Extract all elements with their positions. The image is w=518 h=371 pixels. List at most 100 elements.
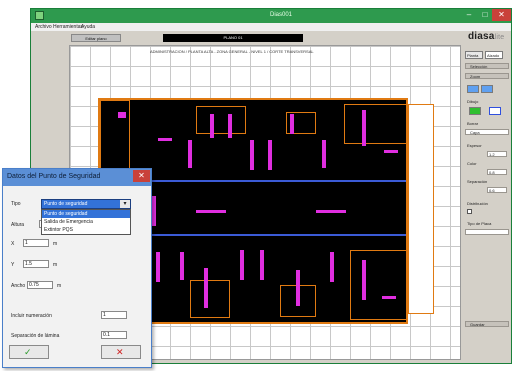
- tab-planta[interactable]: Planta: [465, 51, 483, 59]
- ok-button[interactable]: ✓: [9, 345, 49, 359]
- type-select-value: Punto de seguridad: [44, 201, 88, 207]
- y-unit: m: [53, 262, 58, 268]
- type-option[interactable]: Punto de seguridad: [42, 210, 130, 218]
- safety-point[interactable]: [322, 140, 326, 168]
- color-input[interactable]: 0.8: [487, 169, 507, 175]
- plan-header: ADMINISTRACION / PLANTA ALTA - ZONA GENE…: [150, 49, 314, 54]
- spacing-input[interactable]: 0.1: [101, 331, 127, 339]
- safety-point[interactable]: [362, 110, 366, 146]
- safety-point[interactable]: [330, 252, 334, 282]
- x-label: X: [11, 241, 15, 247]
- safety-point[interactable]: [296, 270, 300, 306]
- safety-point[interactable]: [156, 252, 160, 282]
- selection-button[interactable]: Selección: [465, 63, 509, 69]
- safety-point[interactable]: [268, 140, 272, 170]
- selection-label: Selección: [470, 64, 488, 69]
- x-input[interactable]: 1: [23, 239, 49, 247]
- plan-room: [350, 250, 406, 320]
- window-title: Dias001: [269, 12, 292, 18]
- menu-ayuda[interactable]: Ayuda: [81, 24, 95, 30]
- color-value: 0.8: [489, 170, 495, 175]
- edit-plan-button[interactable]: Editar plano: [71, 34, 121, 42]
- safety-point[interactable]: [196, 210, 226, 213]
- toolbar: Editar plano PLANO 01: [31, 31, 461, 45]
- zoom-button[interactable]: Zoom: [465, 73, 509, 79]
- type-option[interactable]: Salida de Emergencia: [42, 218, 130, 226]
- dialog-close-icon[interactable]: ✕: [133, 170, 150, 182]
- plan-room: [100, 100, 130, 170]
- safety-point[interactable]: [118, 112, 126, 118]
- cancel-button[interactable]: ✕: [101, 345, 141, 359]
- type-label: Tipo: [11, 201, 21, 207]
- safety-point[interactable]: [188, 140, 192, 168]
- distribution-label: Distribución: [467, 201, 488, 206]
- safety-point[interactable]: [210, 114, 214, 138]
- distribution-radio[interactable]: [467, 209, 472, 214]
- color-label: Color: [467, 161, 477, 166]
- safety-point[interactable]: [384, 150, 398, 153]
- plan-room: [190, 280, 230, 318]
- safety-point[interactable]: [260, 250, 264, 280]
- save-label: Guardar: [470, 322, 485, 327]
- plan-annex: [408, 104, 434, 314]
- safety-point[interactable]: [362, 260, 366, 300]
- logo-suffix: lite: [494, 34, 505, 41]
- logo-brand: diasa: [468, 31, 495, 42]
- tab-alzado-label: Alzado: [487, 53, 500, 58]
- y-input[interactable]: 1.5: [23, 260, 49, 268]
- chevron-down-icon[interactable]: ▾: [120, 200, 130, 208]
- width-unit: m: [57, 283, 62, 289]
- thickness-input[interactable]: 1.2: [487, 151, 507, 157]
- width-label: Ancho: [11, 283, 26, 289]
- plate-type-select[interactable]: [465, 229, 509, 235]
- numbering-label: Incluir numeración: [11, 313, 52, 319]
- zoom-in-icon[interactable]: [467, 85, 479, 93]
- safety-point[interactable]: [240, 250, 244, 280]
- x-unit: m: [53, 241, 58, 247]
- maximize-icon[interactable]: □: [477, 9, 493, 21]
- select-tool-icon[interactable]: [489, 107, 501, 115]
- y-label: Y: [11, 262, 15, 268]
- close-icon[interactable]: ✕: [492, 9, 511, 21]
- menu-herramientas[interactable]: Herramientas: [53, 24, 83, 30]
- safety-point[interactable]: [180, 252, 184, 280]
- height-label: Altura: [11, 222, 25, 228]
- separation-label: Separación: [467, 179, 488, 184]
- type-dropdown-list: Punto de seguridad Salida de Emergencia …: [41, 209, 131, 235]
- safety-point[interactable]: [316, 210, 346, 213]
- brand-logo: diasalite: [468, 31, 504, 42]
- type-option[interactable]: Extintor PQS: [42, 226, 130, 234]
- side-panel: Planta Alzado Selección Zoom Dibujo Borr…: [463, 51, 511, 361]
- safety-point[interactable]: [382, 296, 396, 299]
- tab-planta-label: Planta: [467, 53, 479, 58]
- type-select[interactable]: Punto de seguridad ▾: [41, 199, 131, 209]
- width-input[interactable]: 0.75: [27, 281, 53, 289]
- plan-room: [344, 104, 406, 144]
- plate-type-label: Tipo de Placa: [467, 221, 492, 226]
- draw-label: Dibujo: [467, 99, 479, 104]
- layer-field[interactable]: Capa: [465, 129, 509, 135]
- safety-point[interactable]: [204, 268, 208, 308]
- minimize-icon[interactable]: –: [461, 9, 477, 21]
- safety-point[interactable]: [290, 114, 294, 134]
- zoom-label: Zoom: [470, 74, 481, 79]
- save-button[interactable]: Guardar: [465, 321, 509, 327]
- app-icon: [35, 11, 44, 20]
- menu-bar: Archivo Herramientas Ayuda: [31, 23, 511, 31]
- safety-point[interactable]: [228, 114, 232, 138]
- zoom-out-icon[interactable]: [481, 85, 493, 93]
- separation-input[interactable]: 0.6: [487, 187, 507, 193]
- tab-alzado[interactable]: Alzado: [485, 51, 503, 59]
- layer-label: Capa: [470, 130, 480, 135]
- cross-icon: ✕: [116, 347, 124, 357]
- menu-archivo[interactable]: Archivo: [35, 24, 52, 30]
- check-icon: ✓: [24, 347, 32, 357]
- safety-point[interactable]: [158, 138, 172, 141]
- draw-tool-icon[interactable]: [469, 107, 481, 115]
- numbering-input[interactable]: 1: [101, 311, 127, 319]
- safety-point[interactable]: [250, 140, 254, 170]
- safety-point-dialog: Datos del Punto de Seguridad ✕ Tipo Altu…: [2, 168, 152, 368]
- plan-name-field[interactable]: PLANO 01: [163, 34, 303, 42]
- plan-room: [196, 106, 246, 134]
- title-bar: Dias001 – □ ✕: [31, 9, 511, 23]
